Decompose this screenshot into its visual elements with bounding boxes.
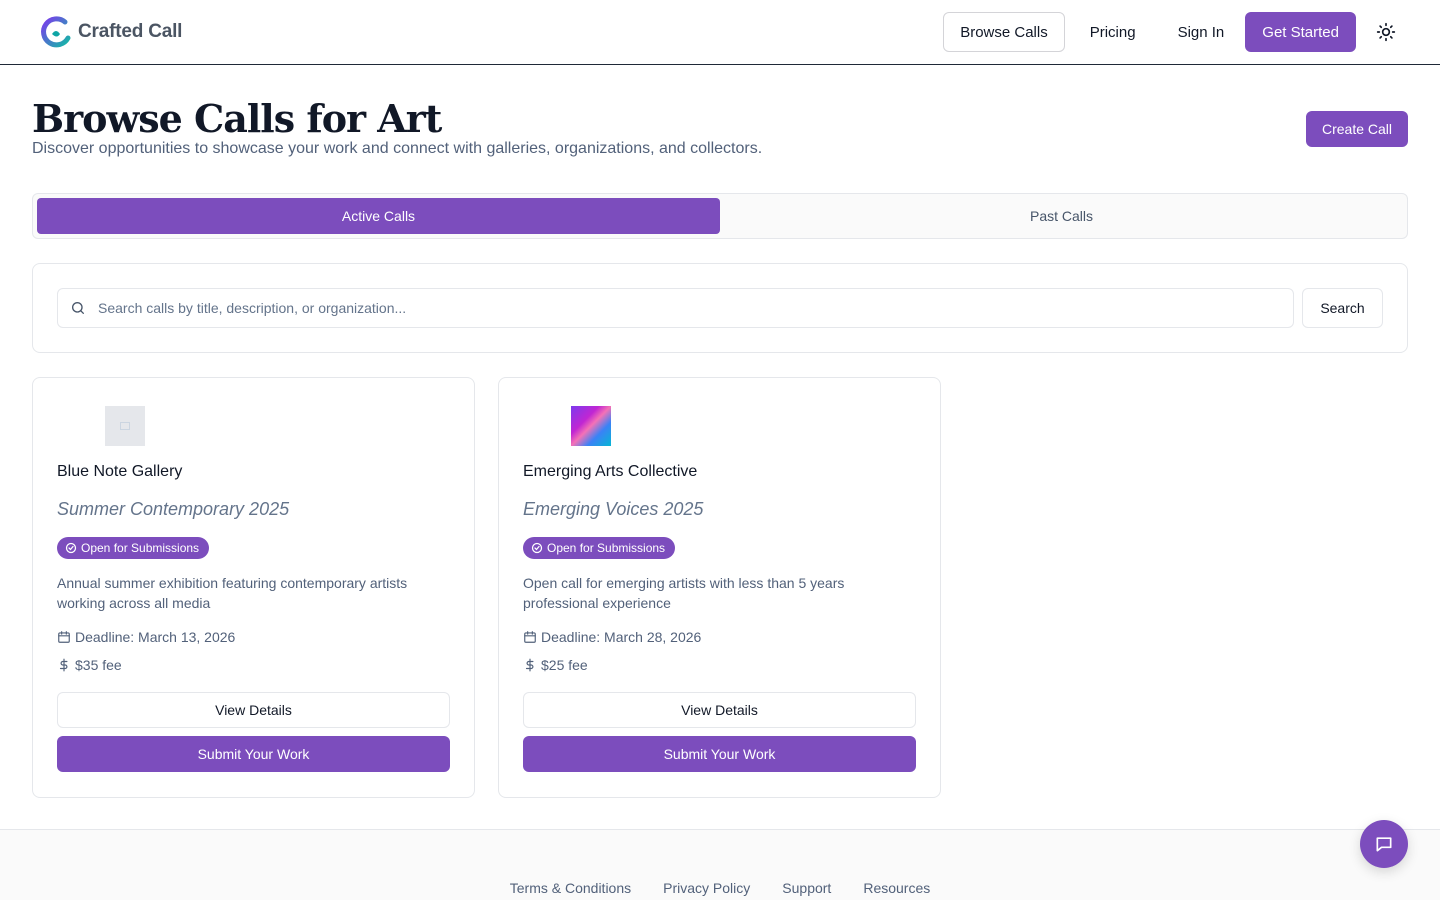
organization-name[interactable]: Emerging Arts Collective [523, 463, 697, 481]
footer-links: Terms & Conditions Privacy Policy Suppor… [0, 880, 1440, 896]
organization-logo-placeholder [105, 406, 145, 446]
deadline-text: Deadline: March 13, 2026 [75, 629, 236, 645]
search-field [57, 288, 1294, 328]
call-title: Emerging Voices 2025 [523, 499, 704, 519]
submit-work-button[interactable]: Submit Your Work [57, 736, 450, 772]
calendar-icon [58, 631, 70, 643]
dollar-icon [525, 658, 534, 672]
call-deadline: Deadline: March 28, 2026 [523, 629, 701, 645]
status-badge-label: Open for Submissions [81, 541, 200, 555]
call-card: Emerging Arts Collective Emerging Voices… [498, 377, 941, 798]
nav-get-started-button[interactable]: Get Started [1245, 12, 1356, 52]
page-title: Browse Calls for Art [32, 96, 442, 141]
organization-name[interactable]: Blue Note Gallery [57, 463, 182, 481]
tab-active-calls[interactable]: Active Calls [37, 198, 720, 234]
sun-icon [1376, 22, 1396, 42]
search-button[interactable]: Search [1302, 288, 1383, 328]
fee-text: $35 fee [75, 657, 122, 673]
chat-button[interactable] [1360, 820, 1408, 868]
search-icon [72, 302, 84, 314]
chat-bubble-icon [1376, 837, 1392, 852]
site-header: Crafted Call Browse Calls Pricing Sign I… [0, 0, 1440, 65]
call-title: Summer Contemporary 2025 [57, 499, 290, 519]
tab-past-calls[interactable]: Past Calls [720, 198, 1403, 234]
site-footer: Terms & Conditions Privacy Policy Suppor… [0, 829, 1440, 900]
status-badge-label: Open for Submissions [547, 541, 666, 555]
create-call-button[interactable]: Create Call [1305, 111, 1408, 147]
search-input[interactable] [98, 289, 1293, 327]
call-description: Open call for emerging artists with less… [523, 575, 845, 611]
nav-pricing-button[interactable]: Pricing [1073, 12, 1153, 52]
deadline-text: Deadline: March 28, 2026 [541, 629, 702, 645]
nav-browse-calls-button[interactable]: Browse Calls [943, 12, 1065, 52]
dollar-icon [59, 658, 68, 672]
status-badge: Open for Submissions [523, 537, 676, 559]
call-card: Blue Note Gallery Summer Contemporary 20… [32, 377, 475, 798]
call-fee: $25 fee [523, 657, 588, 673]
view-details-button[interactable]: View Details [57, 692, 450, 728]
theme-toggle-button[interactable] [1372, 18, 1400, 46]
footer-link-privacy[interactable]: Privacy Policy [663, 880, 750, 896]
footer-link-resources[interactable]: Resources [863, 880, 930, 896]
brand-name: Crafted Call [78, 21, 183, 42]
organization-logo [571, 406, 611, 446]
calls-tabs: Active Calls Past Calls [32, 193, 1408, 239]
call-fee: $35 fee [57, 657, 122, 673]
main-nav: Browse Calls Pricing Sign In Get Started [943, 12, 1400, 52]
nav-sign-in-button[interactable]: Sign In [1161, 12, 1242, 52]
search-panel: Search [32, 263, 1408, 353]
footer-link-terms[interactable]: Terms & Conditions [510, 880, 631, 896]
footer-link-support[interactable]: Support [782, 880, 831, 896]
page-subtitle: Discover opportunities to showcase your … [32, 140, 763, 157]
calendar-icon [524, 631, 536, 643]
crafted-call-logo-icon [41, 16, 71, 48]
brand-logo[interactable]: Crafted Call [38, 14, 182, 50]
call-deadline: Deadline: March 13, 2026 [57, 629, 235, 645]
check-circle-icon [531, 542, 543, 554]
status-badge: Open for Submissions [57, 537, 210, 559]
call-description: Annual summer exhibition featuring conte… [57, 575, 408, 611]
check-circle-icon [65, 542, 77, 554]
submit-work-button[interactable]: Submit Your Work [523, 736, 916, 772]
fee-text: $25 fee [541, 657, 588, 673]
image-placeholder-icon [120, 422, 130, 430]
view-details-button[interactable]: View Details [523, 692, 916, 728]
